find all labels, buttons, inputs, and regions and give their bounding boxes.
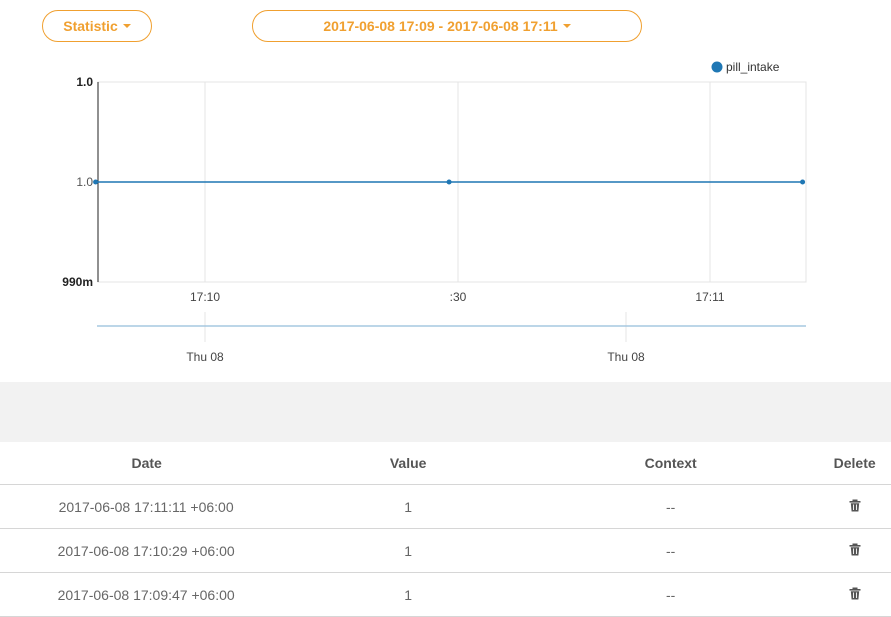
x-tick-label: 17:10 [190, 290, 220, 304]
row-date: 2017-06-08 17:09:47 +06:00 [0, 572, 294, 617]
legend-marker[interactable] [711, 61, 723, 73]
navigator-tick-label: Thu 08 [607, 350, 645, 364]
table-row: 2017-06-08 17:10:29 +06:00 1 -- [0, 528, 891, 573]
date-range-dropdown-button[interactable]: 2017-06-08 17:09 - 2017-06-08 17:11 [252, 10, 642, 42]
line-chart[interactable]: 1.0 1.0 990m 17:10 :30 17:11 pill_intake… [0, 50, 891, 380]
row-value: 1 [293, 528, 524, 573]
trash-icon[interactable] [849, 587, 861, 603]
data-point[interactable] [800, 179, 806, 185]
legend-label[interactable]: pill_intake [726, 60, 780, 74]
row-context: -- [523, 484, 819, 529]
row-context: -- [523, 528, 819, 573]
caret-down-icon [122, 24, 131, 28]
separator-band [0, 382, 891, 442]
row-context: -- [523, 572, 819, 617]
x-tick-label: 17:11 [695, 290, 724, 304]
navigator-tick-label: Thu 08 [186, 350, 224, 364]
column-header-context[interactable]: Context [523, 442, 819, 485]
trash-icon[interactable] [849, 499, 861, 515]
statistic-label: Statistic [63, 18, 118, 34]
y-tick-label: 990m [62, 275, 93, 289]
data-point[interactable] [446, 179, 452, 185]
y-tick-label: 1.0 [76, 175, 93, 189]
measurements-table: Date Value Context Delete 2017-06-08 17:… [0, 442, 891, 617]
table-row: 2017-06-08 17:09:47 +06:00 1 -- [0, 572, 891, 617]
column-header-date[interactable]: Date [0, 442, 294, 485]
row-value: 1 [293, 484, 524, 529]
y-tick-label: 1.0 [76, 75, 93, 89]
row-date: 2017-06-08 17:11:11 +06:00 [0, 484, 294, 529]
table-header-row: Date Value Context Delete [0, 442, 891, 485]
column-header-value[interactable]: Value [293, 442, 524, 485]
data-point[interactable] [93, 179, 99, 185]
row-value: 1 [293, 572, 524, 617]
caret-down-icon [562, 24, 571, 28]
row-date: 2017-06-08 17:10:29 +06:00 [0, 528, 294, 573]
trash-icon[interactable] [849, 543, 861, 559]
column-header-delete: Delete [818, 442, 891, 485]
statistic-dropdown-button[interactable]: Statistic [42, 10, 152, 42]
date-range-label: 2017-06-08 17:09 - 2017-06-08 17:11 [323, 18, 558, 34]
table-row: 2017-06-08 17:11:11 +06:00 1 -- [0, 484, 891, 529]
x-tick-label: :30 [450, 290, 467, 304]
